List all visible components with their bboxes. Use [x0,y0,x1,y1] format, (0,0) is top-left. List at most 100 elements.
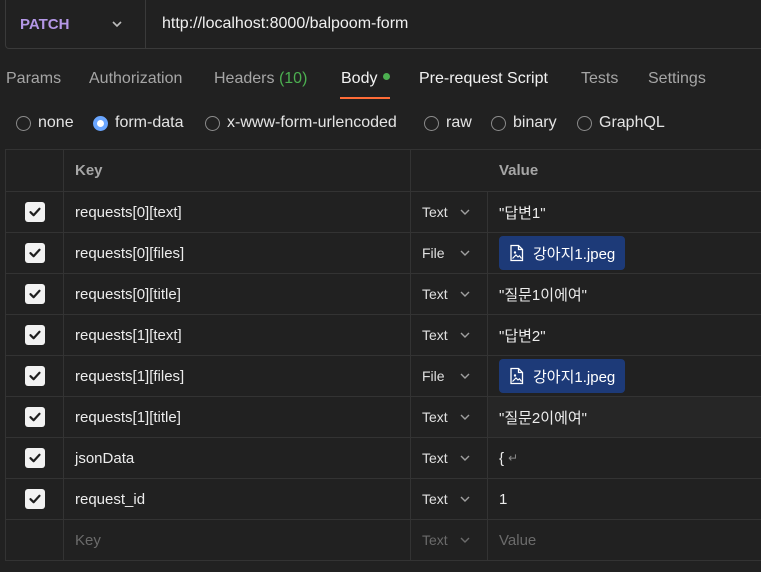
file-image-icon [509,244,525,262]
table-row: requests[0][text] Text "답변1" [6,192,761,233]
row-checkbox[interactable] [24,243,45,263]
param-value[interactable]: 1 [488,479,761,519]
checkmark-icon [28,369,42,383]
radio-label: none [38,114,74,131]
param-key[interactable]: jsonData [64,438,411,478]
row-checkbox[interactable] [24,202,45,222]
radio-form-data[interactable]: form-data [93,114,183,132]
type-label: Text [422,286,448,302]
type-select[interactable]: Text [411,274,488,314]
param-key[interactable]: requests[0][title] [64,274,411,314]
value-text: "질문2이에여" [499,409,587,427]
param-value[interactable]: "질문1이에여" [488,274,761,314]
type-select[interactable]: Text [411,397,488,437]
value-text: "답변1" [499,204,546,222]
url-input[interactable] [146,0,761,48]
tab-tests[interactable]: Tests [581,70,618,88]
body-type-options: none form-data x-www-form-urlencoded raw… [0,114,761,136]
radio-raw[interactable]: raw [424,114,472,132]
value-text: 1 [499,490,508,508]
row-checkbox[interactable] [24,407,45,427]
type-label: File [422,245,445,261]
row-check-cell [6,438,64,478]
tab-body[interactable]: Body [341,70,391,88]
type-select[interactable]: File [411,233,488,273]
type-label: Text [422,409,448,425]
new-key-input[interactable]: Key [64,520,411,560]
checkmark-icon [28,287,42,301]
type-select[interactable]: Text [411,438,488,478]
tab-authorization[interactable]: Authorization [89,70,182,88]
new-param-row: Key Text Value [6,520,761,561]
checkmark-icon [28,328,42,342]
tab-headers[interactable]: Headers (10) [214,70,307,88]
file-name: 강아지1.jpeg [533,368,616,386]
file-chip[interactable]: 강아지1.jpeg [499,236,626,270]
radio-none[interactable]: none [16,114,74,132]
form-data-table: Key Value requests[0][text] Text "답변1" requ… [5,149,761,561]
param-value[interactable]: "답변2" [488,315,761,355]
row-check-cell [6,233,64,273]
chevron-down-icon [111,18,123,30]
table-row: jsonData Text {↵ [6,438,761,479]
param-value[interactable]: 강아지1.jpeg [488,356,761,396]
type-label: Text [422,491,448,507]
radio-x-www-form-urlencoded[interactable]: x-www-form-urlencoded [205,114,397,132]
file-name: 강아지1.jpeg [533,245,616,263]
new-value-input[interactable]: Value [488,520,761,560]
param-key[interactable]: requests[1][title] [64,397,411,437]
param-key[interactable]: request_id [64,479,411,519]
radio-label: raw [446,114,472,131]
row-checkbox[interactable] [24,448,45,468]
radio-label: binary [513,114,557,131]
row-checkbox[interactable] [24,284,45,304]
checkmark-icon [28,451,42,465]
method-selector[interactable]: PATCH [6,0,146,48]
param-key[interactable]: requests[0][text] [64,192,411,232]
type-label: Text [422,327,448,343]
type-select[interactable]: Text [411,192,488,232]
param-value[interactable]: 강아지1.jpeg [488,233,761,273]
param-value[interactable]: "질문2이에여" [488,397,761,437]
type-select[interactable]: File [411,356,488,396]
row-checkbox[interactable] [24,489,45,509]
chevron-down-icon [459,534,471,546]
new-row-check-cell [6,520,64,560]
chevron-down-icon [459,452,471,464]
new-type-select[interactable]: Text [411,520,488,560]
table-row: requests[1][title] Text "질문2이에여" [6,397,761,438]
file-chip[interactable]: 강아지1.jpeg [499,359,626,393]
tab-params[interactable]: Params [6,70,61,88]
file-image-icon [509,367,525,385]
request-url-bar: PATCH [5,0,761,49]
radio-graphql[interactable]: GraphQL [577,114,665,132]
header-key: Key [64,150,411,191]
param-value[interactable]: "답변1" [488,192,761,232]
row-checkbox[interactable] [24,366,45,386]
type-select[interactable]: Text [411,315,488,355]
newline-icon: ↵ [508,451,519,465]
method-label: PATCH [20,15,70,33]
param-key[interactable]: requests[1][text] [64,315,411,355]
param-value[interactable]: {↵ [488,438,761,478]
tab-settings[interactable]: Settings [648,70,706,88]
row-check-cell [6,274,64,314]
table-row: request_id Text 1 [6,479,761,520]
param-key[interactable]: requests[0][files] [64,233,411,273]
tab-pre-request-script[interactable]: Pre-request Script [419,70,548,88]
chevron-down-icon [459,288,471,300]
type-select[interactable]: Text [411,479,488,519]
chevron-down-icon [459,411,471,423]
tab-headers-label: Headers [214,70,275,87]
row-checkbox[interactable] [24,325,45,345]
radio-circle [424,115,439,131]
type-label: Text [422,204,448,220]
radio-label: x-www-form-urlencoded [227,114,397,131]
radio-circle [205,115,220,131]
radio-binary[interactable]: binary [491,114,557,132]
row-check-cell [6,315,64,355]
param-key[interactable]: requests[1][files] [64,356,411,396]
row-check-cell [6,479,64,519]
row-check-cell [6,192,64,232]
type-label: File [422,368,445,384]
